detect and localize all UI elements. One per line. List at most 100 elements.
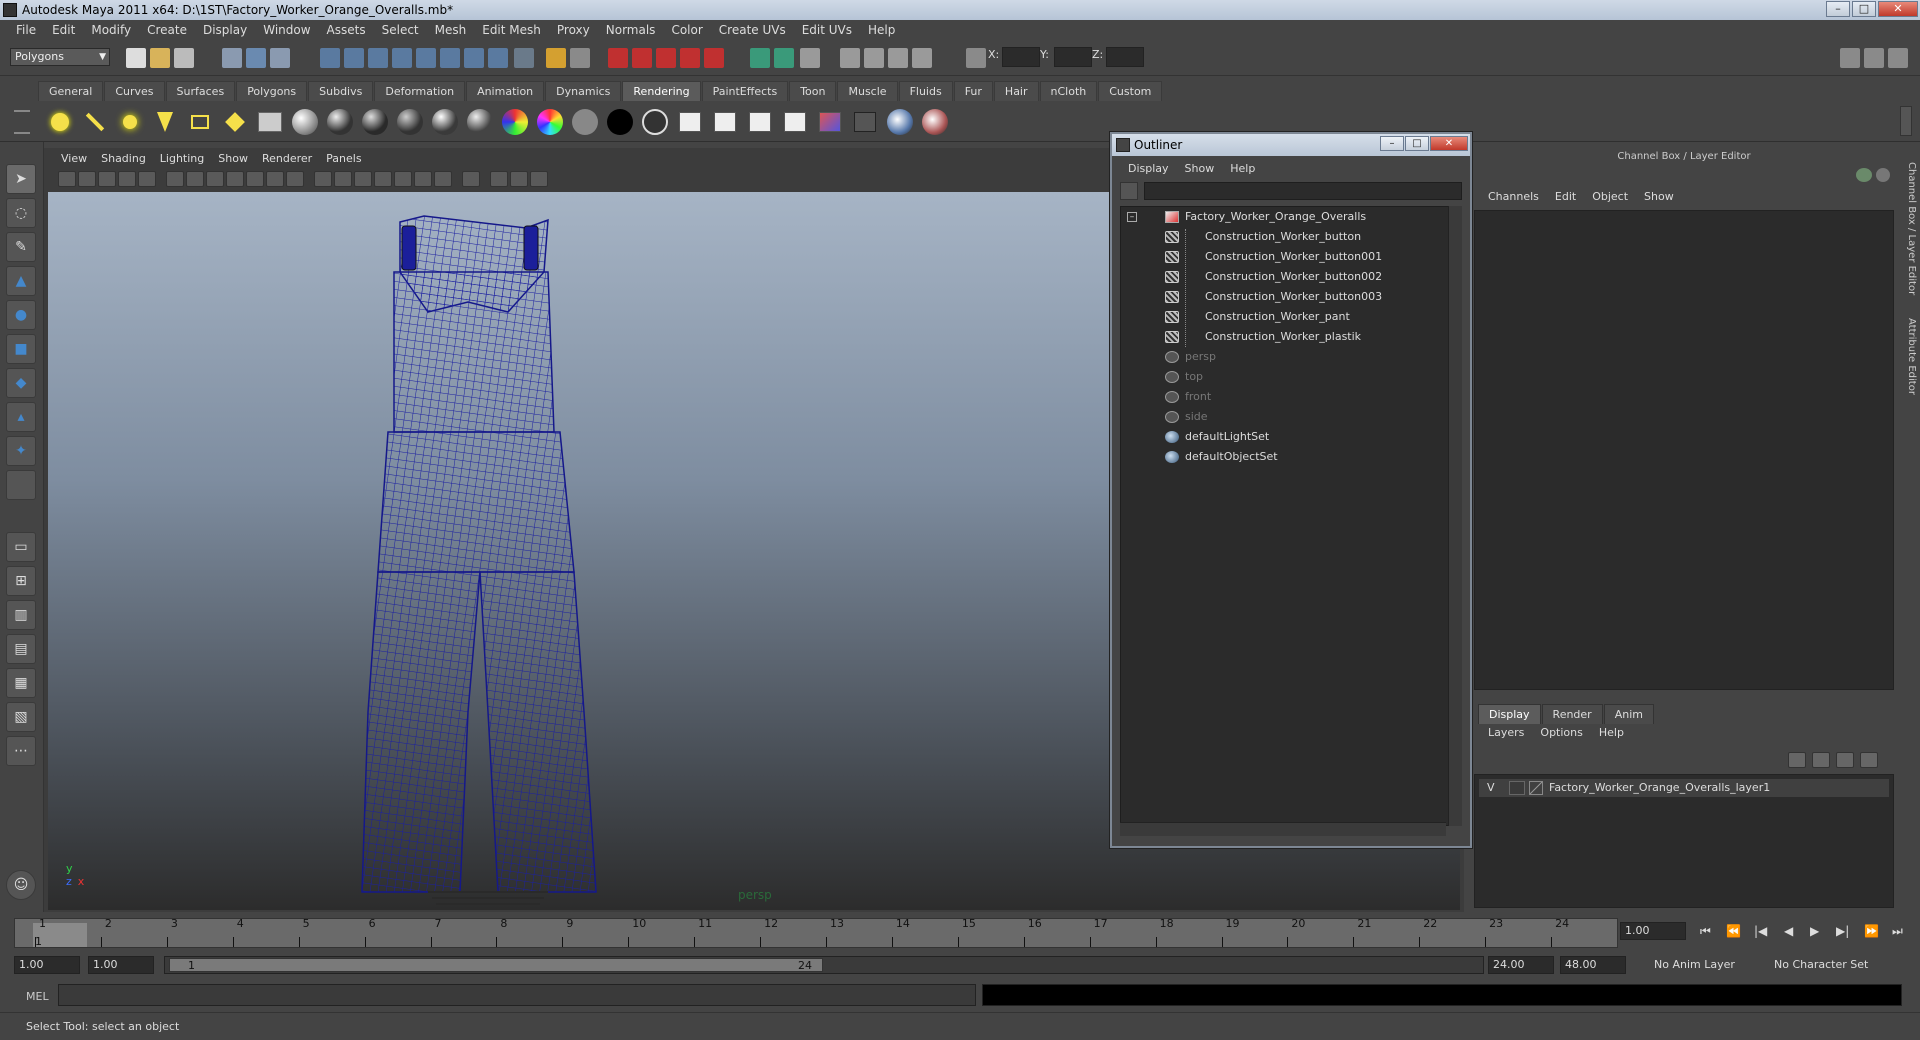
batch-render-icon[interactable] — [849, 107, 881, 137]
field-chart-icon[interactable] — [246, 171, 264, 187]
save-scene-icon[interactable] — [174, 48, 194, 68]
new-layer-icon[interactable] — [1836, 752, 1854, 768]
layer-row[interactable]: V Factory_Worker_Orange_Overalls_layer1 — [1479, 779, 1889, 797]
scale-tool-icon[interactable]: ■ — [6, 334, 36, 364]
shadows-icon[interactable] — [414, 171, 432, 187]
dope-sheet-icon[interactable] — [888, 48, 908, 68]
film-gate-icon[interactable] — [186, 171, 204, 187]
channel-box-toggle-icon[interactable] — [1888, 48, 1908, 68]
shelf-tab-custom[interactable]: Custom — [1098, 81, 1163, 101]
menu-display[interactable]: Display — [195, 23, 255, 37]
safe-title-icon[interactable] — [286, 171, 304, 187]
show-manipulator-icon[interactable]: ✦ — [6, 436, 36, 466]
history-icon[interactable] — [440, 48, 460, 68]
snap-curve-icon[interactable] — [344, 48, 364, 68]
render-settings-icon[interactable] — [779, 107, 811, 137]
hypershade-persp-layout-icon[interactable]: ▦ — [6, 668, 36, 698]
menu-assets[interactable]: Assets — [319, 23, 374, 37]
menu-color[interactable]: Color — [663, 23, 710, 37]
last-tool-icon[interactable] — [6, 470, 36, 500]
shelf-tab-ncloth[interactable]: nCloth — [1039, 81, 1098, 101]
point-light-icon[interactable] — [114, 107, 146, 137]
shelf-tab-toon[interactable]: Toon — [789, 81, 837, 101]
outliner-minimize-button[interactable]: – — [1380, 136, 1404, 151]
bookmarks-icon[interactable] — [98, 171, 116, 187]
outliner-item-camera[interactable]: side — [1121, 407, 1441, 427]
hypergraph-icon[interactable] — [840, 48, 860, 68]
shelf-tab-rendering[interactable]: Rendering — [622, 81, 701, 101]
outliner-search-input[interactable] — [1144, 182, 1462, 200]
play-forwards-button[interactable]: ▶ — [1810, 924, 1819, 938]
ipr-render-icon[interactable] — [744, 107, 776, 137]
anim-layer-dropdown[interactable]: No Anim Layer — [1654, 956, 1735, 974]
menu-help[interactable]: Help — [860, 23, 903, 37]
select-camera-icon[interactable] — [58, 171, 76, 187]
menu-modify[interactable]: Modify — [83, 23, 139, 37]
y-field[interactable] — [1054, 47, 1092, 67]
outliner-item-child[interactable]: Construction_Worker_pant — [1121, 307, 1441, 327]
layout-options-icon[interactable]: ⋯ — [6, 736, 36, 766]
layer-visibility-toggle[interactable]: V — [1487, 779, 1495, 797]
selection-mask-icon[interactable] — [570, 48, 590, 68]
shelf-tab-fluids[interactable]: Fluids — [898, 81, 953, 101]
outliner-item-child[interactable]: Construction_Worker_button — [1121, 227, 1441, 247]
volume-light-icon[interactable] — [219, 107, 251, 137]
snap-surface-icon[interactable] — [416, 48, 436, 68]
wireframe-icon[interactable] — [314, 171, 332, 187]
command-input[interactable] — [58, 984, 976, 1006]
new-layer-from-selected-icon[interactable] — [1860, 752, 1878, 768]
white-sphere-icon[interactable] — [639, 107, 671, 137]
smooth-shade-icon[interactable] — [334, 171, 352, 187]
hypershade-icon[interactable] — [254, 107, 286, 137]
outliner-item-child[interactable]: Construction_Worker_button003 — [1121, 287, 1441, 307]
outliner-layout-icon[interactable] — [774, 48, 794, 68]
outliner-menu-display[interactable]: Display — [1120, 162, 1177, 175]
camera-attributes-icon[interactable] — [78, 171, 96, 187]
persp-outliner-layout-icon[interactable]: ▥ — [6, 600, 36, 630]
persp-graph-layout-icon[interactable]: ▤ — [6, 634, 36, 664]
transform-input-icon[interactable] — [966, 48, 986, 68]
viewport-menu-panels[interactable]: Panels — [319, 152, 368, 165]
menu-proxy[interactable]: Proxy — [549, 23, 598, 37]
help-icon[interactable] — [514, 48, 534, 68]
outliner-item-camera[interactable]: persp — [1121, 347, 1441, 367]
layer-menu-help[interactable]: Help — [1591, 726, 1632, 739]
outliner-menu-show[interactable]: Show — [1177, 162, 1223, 175]
paint-select-tool-icon[interactable]: ✎ — [6, 232, 36, 262]
move-layer-up-icon[interactable] — [1788, 752, 1806, 768]
use-background-icon[interactable] — [569, 107, 601, 137]
menu-select[interactable]: Select — [374, 23, 427, 37]
render-settings-icon[interactable] — [656, 48, 676, 68]
menu-file[interactable]: File — [8, 23, 44, 37]
x-field[interactable] — [1002, 47, 1040, 67]
menu-normals[interactable]: Normals — [598, 23, 664, 37]
shelf-tab-deformation[interactable]: Deformation — [374, 81, 466, 101]
select-object-icon[interactable] — [246, 48, 266, 68]
shelf-tab-polygons[interactable]: Polygons — [236, 81, 308, 101]
outliner-maximize-button[interactable]: □ — [1405, 136, 1429, 151]
range-slider-handle[interactable]: 1 24 — [169, 958, 823, 972]
outliner-item-root[interactable]: Factory_Worker_Orange_Overalls — [1121, 207, 1441, 227]
spot-light-icon[interactable] — [149, 107, 181, 137]
outliner-menu-help[interactable]: Help — [1222, 162, 1263, 175]
shelf-menu-icon[interactable] — [14, 110, 30, 134]
shelf-tab-muscle[interactable]: Muscle — [837, 81, 898, 101]
phong-e-sphere-icon[interactable] — [394, 107, 426, 137]
lock-icon[interactable] — [546, 48, 566, 68]
outliner-item-child[interactable]: Construction_Worker_plastik — [1121, 327, 1441, 347]
gate-mask-icon[interactable] — [226, 171, 244, 187]
xray-components-icon[interactable] — [530, 171, 548, 187]
menu-create[interactable]: Create — [139, 23, 195, 37]
snap-plane-icon[interactable] — [392, 48, 412, 68]
black-sphere-icon[interactable] — [604, 107, 636, 137]
outliner-close-button[interactable]: ✕ — [1430, 136, 1468, 151]
move-layer-down-icon[interactable] — [1812, 752, 1830, 768]
playback-end-field[interactable]: 24.00 — [1488, 956, 1554, 974]
command-language-label[interactable]: MEL — [26, 990, 49, 1003]
start-time-field[interactable]: 1.00 — [14, 956, 80, 974]
ipr-icon[interactable] — [632, 48, 652, 68]
maximize-button[interactable]: □ — [1852, 1, 1876, 17]
grid-icon[interactable] — [166, 171, 184, 187]
paint-effects-icon[interactable] — [919, 107, 951, 137]
shelf-tab-painteffects[interactable]: PaintEffects — [701, 81, 789, 101]
